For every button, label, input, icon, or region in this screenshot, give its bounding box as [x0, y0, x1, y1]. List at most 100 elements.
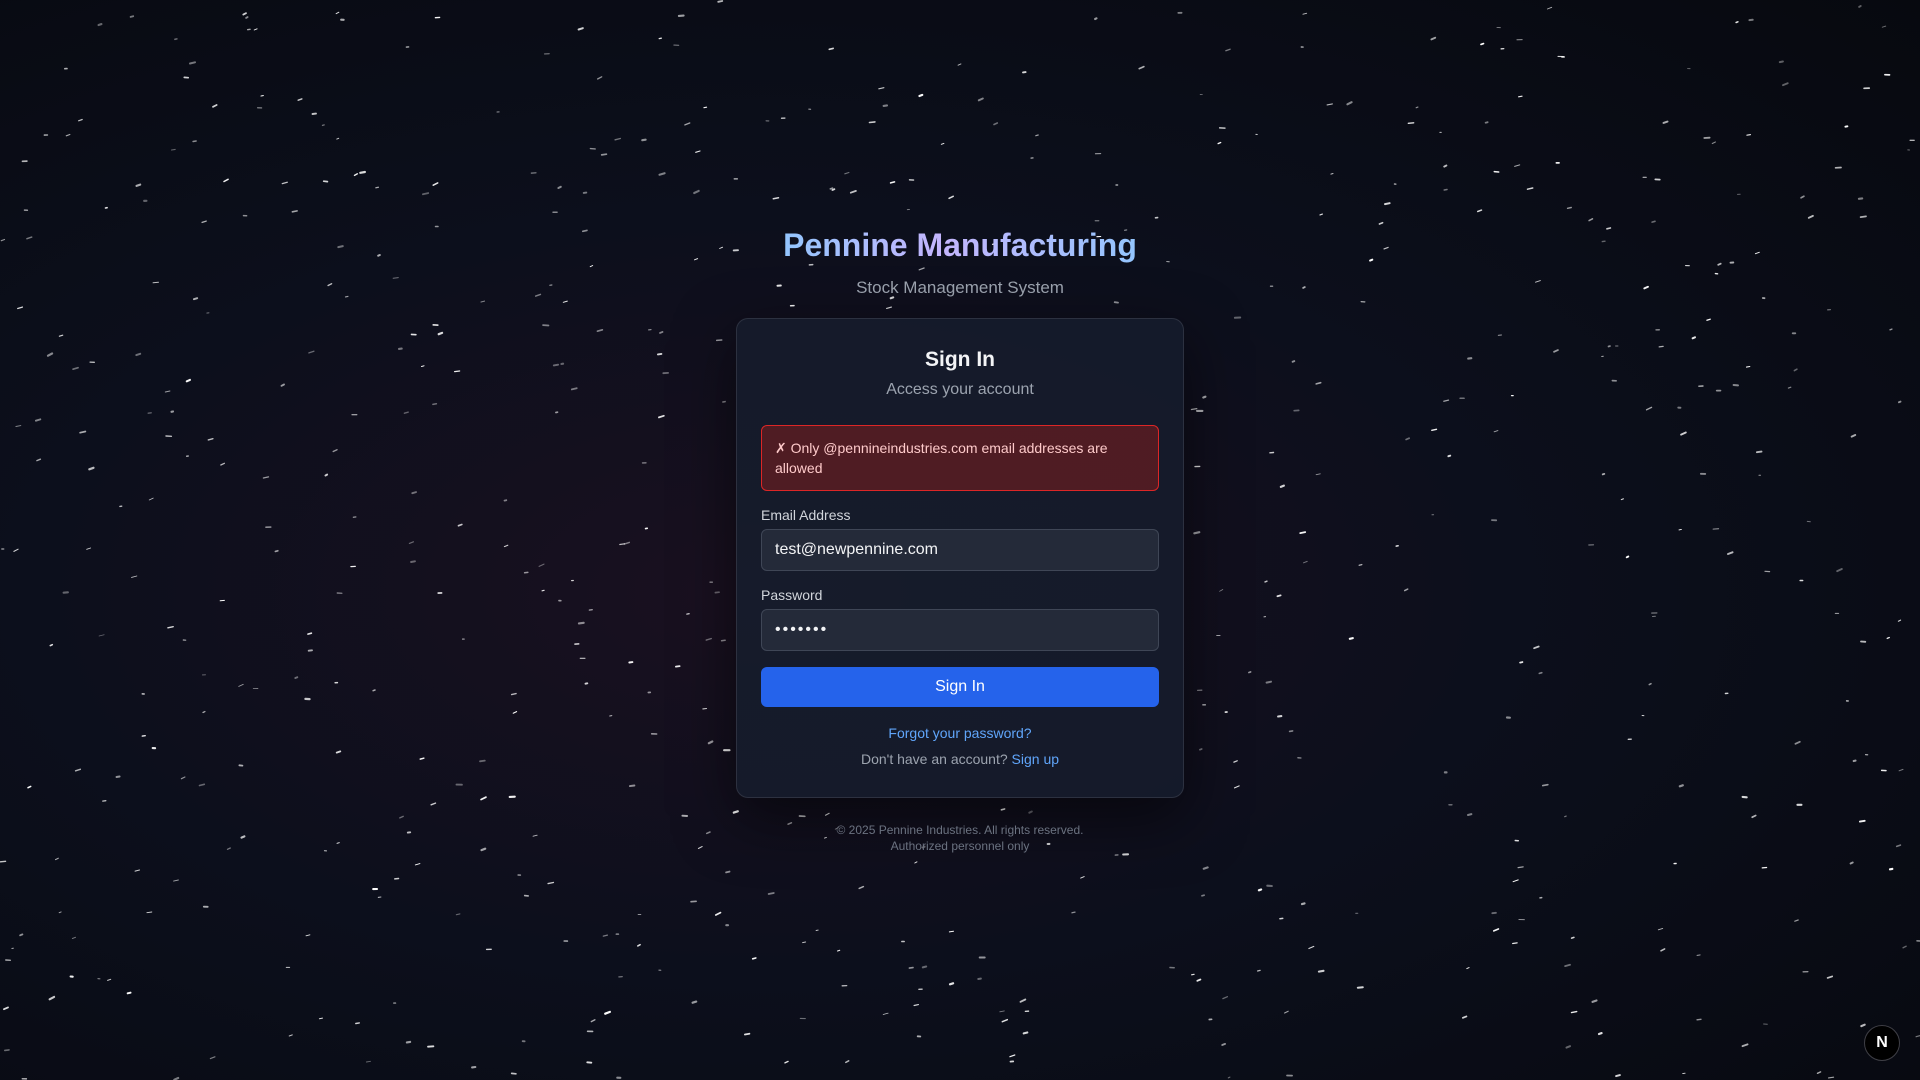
star [72, 366, 79, 371]
star [1800, 195, 1805, 199]
forgot-password-link[interactable]: Forgot your password? [888, 725, 1031, 741]
nextjs-logo-icon[interactable]: N [1864, 1025, 1900, 1061]
star [1512, 942, 1518, 945]
star [1662, 120, 1669, 124]
star [365, 1060, 371, 1063]
star [1850, 434, 1857, 438]
star [336, 137, 340, 140]
star [577, 27, 584, 31]
star [1519, 661, 1524, 664]
star [410, 560, 416, 563]
star [1858, 5, 1862, 8]
star [1517, 95, 1523, 98]
star [164, 390, 171, 393]
star [1648, 682, 1652, 686]
star [1315, 381, 1322, 385]
star [74, 768, 82, 772]
star [414, 863, 421, 866]
star [619, 543, 626, 546]
star [596, 328, 604, 333]
star [1233, 785, 1240, 789]
star [784, 1060, 789, 1064]
star [1526, 187, 1534, 190]
star [659, 330, 664, 334]
signin-button[interactable]: Sign In [761, 667, 1159, 707]
star [372, 689, 376, 692]
star [732, 810, 739, 814]
star [432, 182, 439, 186]
star [602, 934, 609, 937]
star [1071, 911, 1076, 914]
star [359, 170, 366, 174]
card-title: Sign In [925, 348, 995, 371]
star [192, 140, 197, 143]
star [1484, 121, 1489, 124]
star [1778, 60, 1784, 64]
star [1620, 498, 1624, 501]
star [1706, 318, 1711, 321]
password-label: Password [761, 587, 823, 603]
star [1782, 82, 1789, 87]
authorized-notice: Authorized personnel only [890, 839, 1030, 853]
star [79, 430, 87, 434]
star [274, 549, 279, 553]
email-label: Email Address [761, 507, 851, 523]
star [577, 621, 585, 625]
star [1094, 17, 1098, 21]
star [220, 462, 226, 466]
email-field[interactable] [761, 529, 1159, 571]
star [1881, 25, 1887, 28]
star [430, 802, 437, 806]
star [457, 523, 463, 527]
star [1566, 206, 1572, 210]
signup-link[interactable]: Sign up [1012, 751, 1059, 767]
star [1256, 969, 1261, 972]
star [1227, 1076, 1231, 1079]
star [1346, 101, 1353, 106]
star [604, 1010, 612, 1015]
signin-card: Sign In Access your account ✗ Only @penn… [736, 318, 1184, 798]
star [3, 1006, 9, 1011]
star [54, 857, 59, 861]
star [921, 965, 928, 969]
star [868, 121, 876, 124]
star [1405, 437, 1411, 441]
star [294, 676, 299, 679]
star [1735, 21, 1739, 24]
brand-title: Pennine Manufacturing [783, 222, 1137, 268]
star [238, 683, 244, 687]
star [1035, 134, 1039, 137]
star [212, 104, 218, 108]
star [27, 785, 32, 789]
star [1886, 636, 1890, 640]
star [1570, 936, 1575, 939]
star [4, 1049, 10, 1052]
star [480, 300, 486, 303]
star [1492, 928, 1500, 932]
star [1615, 1074, 1621, 1078]
star [914, 861, 918, 864]
star [335, 750, 342, 754]
star [1645, 406, 1653, 411]
star [1462, 1015, 1468, 1019]
star [828, 47, 834, 51]
star [600, 153, 608, 156]
star [772, 197, 780, 200]
star [1826, 975, 1834, 979]
star [714, 911, 722, 916]
password-field[interactable] [761, 609, 1159, 651]
star [46, 352, 54, 357]
star [1384, 202, 1391, 206]
star [562, 300, 568, 303]
star [107, 978, 112, 981]
star [1288, 730, 1294, 733]
star [1546, 6, 1553, 10]
star [882, 104, 889, 107]
star [1443, 164, 1448, 168]
star [421, 192, 430, 196]
star [570, 387, 578, 391]
star [658, 172, 666, 176]
star [918, 93, 924, 98]
star [173, 879, 179, 882]
star [948, 930, 954, 933]
